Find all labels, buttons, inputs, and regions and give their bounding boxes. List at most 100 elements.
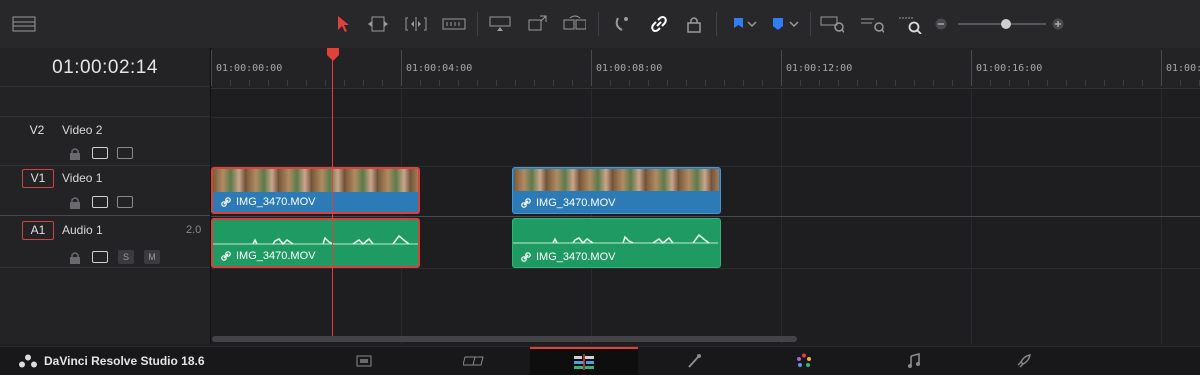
media-page-icon[interactable] <box>310 347 418 375</box>
linked-selection-icon[interactable] <box>647 12 671 36</box>
zoom-full-icon[interactable] <box>820 12 844 36</box>
ruler-tick <box>705 80 706 86</box>
ruler-tick <box>1009 80 1010 86</box>
ruler-tick <box>1028 80 1029 86</box>
track-id-v1[interactable]: V1 <box>22 169 54 188</box>
clip-thumbnails <box>213 169 418 192</box>
page-navigation-bar: DaVinci Resolve Studio 18.6 <box>0 346 1200 375</box>
replace-clip-icon[interactable] <box>562 12 586 36</box>
clip-name-label: IMG_3470.MOV <box>236 250 316 262</box>
clip-name-label: IMG_3470.MOV <box>536 251 616 263</box>
ruler-tick <box>610 80 611 86</box>
audio-clip[interactable]: IMG_3470.MOV <box>512 218 721 268</box>
track-enable-icon[interactable] <box>117 196 133 208</box>
ruler-label: 01:00:2 <box>1166 63 1200 74</box>
track-name-video-2[interactable]: Video 2 <box>62 123 102 137</box>
divider <box>0 267 210 268</box>
chevron-down-icon[interactable] <box>786 12 802 36</box>
color-page-icon[interactable] <box>750 347 858 375</box>
blade-icon[interactable] <box>442 12 466 36</box>
lock-icon[interactable] <box>69 196 81 209</box>
video-clip[interactable]: IMG_3470.MOV <box>211 167 420 214</box>
track-id-a1[interactable]: A1 <box>22 221 54 240</box>
ruler-tick <box>838 80 839 86</box>
edit-page-icon[interactable] <box>530 347 638 375</box>
video-clip[interactable]: IMG_3470.MOV <box>512 167 721 214</box>
track-header-panel: V2 Video 2 V1 Video 1 A1 Audio 1 2.0 S M <box>0 48 211 344</box>
track-divider <box>211 117 1200 118</box>
fusion-page-icon[interactable] <box>640 347 748 375</box>
clip-name-label: IMG_3470.MOV <box>536 197 616 209</box>
solo-button[interactable]: S <box>118 250 134 264</box>
zoom-out-icon[interactable] <box>932 12 950 36</box>
ruler-tick <box>743 80 744 86</box>
audio-clip[interactable]: IMG_3470.MOV <box>211 218 420 268</box>
link-icon <box>521 198 531 208</box>
chevron-down-icon[interactable] <box>744 12 760 36</box>
fairlight-page-icon[interactable] <box>860 347 968 375</box>
zoom-custom-icon[interactable] <box>898 12 922 36</box>
audio-waveform <box>213 234 418 246</box>
audio-waveform <box>513 233 718 245</box>
ruler-tick <box>1104 80 1105 86</box>
ruler-tick <box>401 50 402 86</box>
ruler-tick <box>686 80 687 86</box>
ruler-tick <box>458 80 459 86</box>
track-id-v2[interactable]: V2 <box>22 123 52 137</box>
divider <box>0 165 210 166</box>
ruler-tick <box>211 50 212 86</box>
ruler-label: 01:00:08:00 <box>596 63 663 74</box>
lock-icon[interactable] <box>69 147 81 160</box>
selection-pointer-icon[interactable] <box>331 12 355 36</box>
ruler-label: 01:00:16:00 <box>976 63 1043 74</box>
auto-select-icon[interactable] <box>92 251 108 263</box>
ruler-tick <box>287 80 288 86</box>
position-lock-icon[interactable] <box>682 12 706 36</box>
clip-thumbnails <box>514 169 719 191</box>
cut-page-icon[interactable] <box>420 347 528 375</box>
ruler-label: 01:00:04:00 <box>406 63 473 74</box>
ruler-tick <box>1123 80 1124 86</box>
mute-button[interactable]: M <box>144 250 160 264</box>
dynamic-trim-icon[interactable] <box>404 12 428 36</box>
playhead-line[interactable] <box>332 56 333 336</box>
snapping-icon[interactable] <box>610 12 634 36</box>
link-icon <box>221 197 231 207</box>
deliver-page-icon[interactable] <box>970 347 1078 375</box>
toolbar-separator <box>598 12 599 36</box>
timeline-scrollbar[interactable] <box>212 336 797 342</box>
ruler-tick <box>933 80 934 86</box>
zoom-detail-icon[interactable] <box>860 12 884 36</box>
divider <box>0 116 210 117</box>
ruler-tick <box>724 80 725 86</box>
ruler-tick <box>534 80 535 86</box>
ruler-tick <box>762 80 763 86</box>
ruler-tick <box>857 80 858 86</box>
overwrite-clip-icon[interactable] <box>526 12 550 36</box>
insert-clip-icon[interactable] <box>488 12 512 36</box>
divider <box>0 215 210 216</box>
track-name-video-1[interactable]: Video 1 <box>62 171 102 185</box>
playhead-handle[interactable] <box>326 48 340 67</box>
current-timecode[interactable]: 01:00:02:14 <box>0 48 210 88</box>
clip-name: IMG_3470.MOV <box>221 196 315 208</box>
ruler-tick <box>477 80 478 86</box>
zoom-slider[interactable] <box>958 19 1046 29</box>
trim-edit-icon[interactable] <box>366 12 390 36</box>
track-name-audio-1[interactable]: Audio 1 <box>62 223 103 237</box>
zoom-slider-handle[interactable] <box>1001 19 1011 29</box>
track-enable-icon[interactable] <box>117 147 133 159</box>
zoom-in-icon[interactable] <box>1049 12 1067 36</box>
timeline-area[interactable]: IMG_3470.MOV IMG_3470.MOV IMG_3470.MOV I… <box>211 89 1200 344</box>
ruler-tick <box>382 80 383 86</box>
auto-select-icon[interactable] <box>92 147 108 159</box>
ruler-tick <box>1161 50 1162 86</box>
ruler-tick <box>268 80 269 86</box>
auto-select-icon[interactable] <box>92 196 108 208</box>
track-divider <box>211 268 1200 269</box>
layout-toggle-icon[interactable] <box>12 12 36 36</box>
audio-channel-format: 2.0 <box>186 224 202 236</box>
ruler-tick <box>496 80 497 86</box>
lock-icon[interactable] <box>69 251 81 264</box>
timeline-ruler[interactable]: 01:00:00:00 01:00:04:00 01:00:08:00 01:0… <box>211 48 1200 89</box>
